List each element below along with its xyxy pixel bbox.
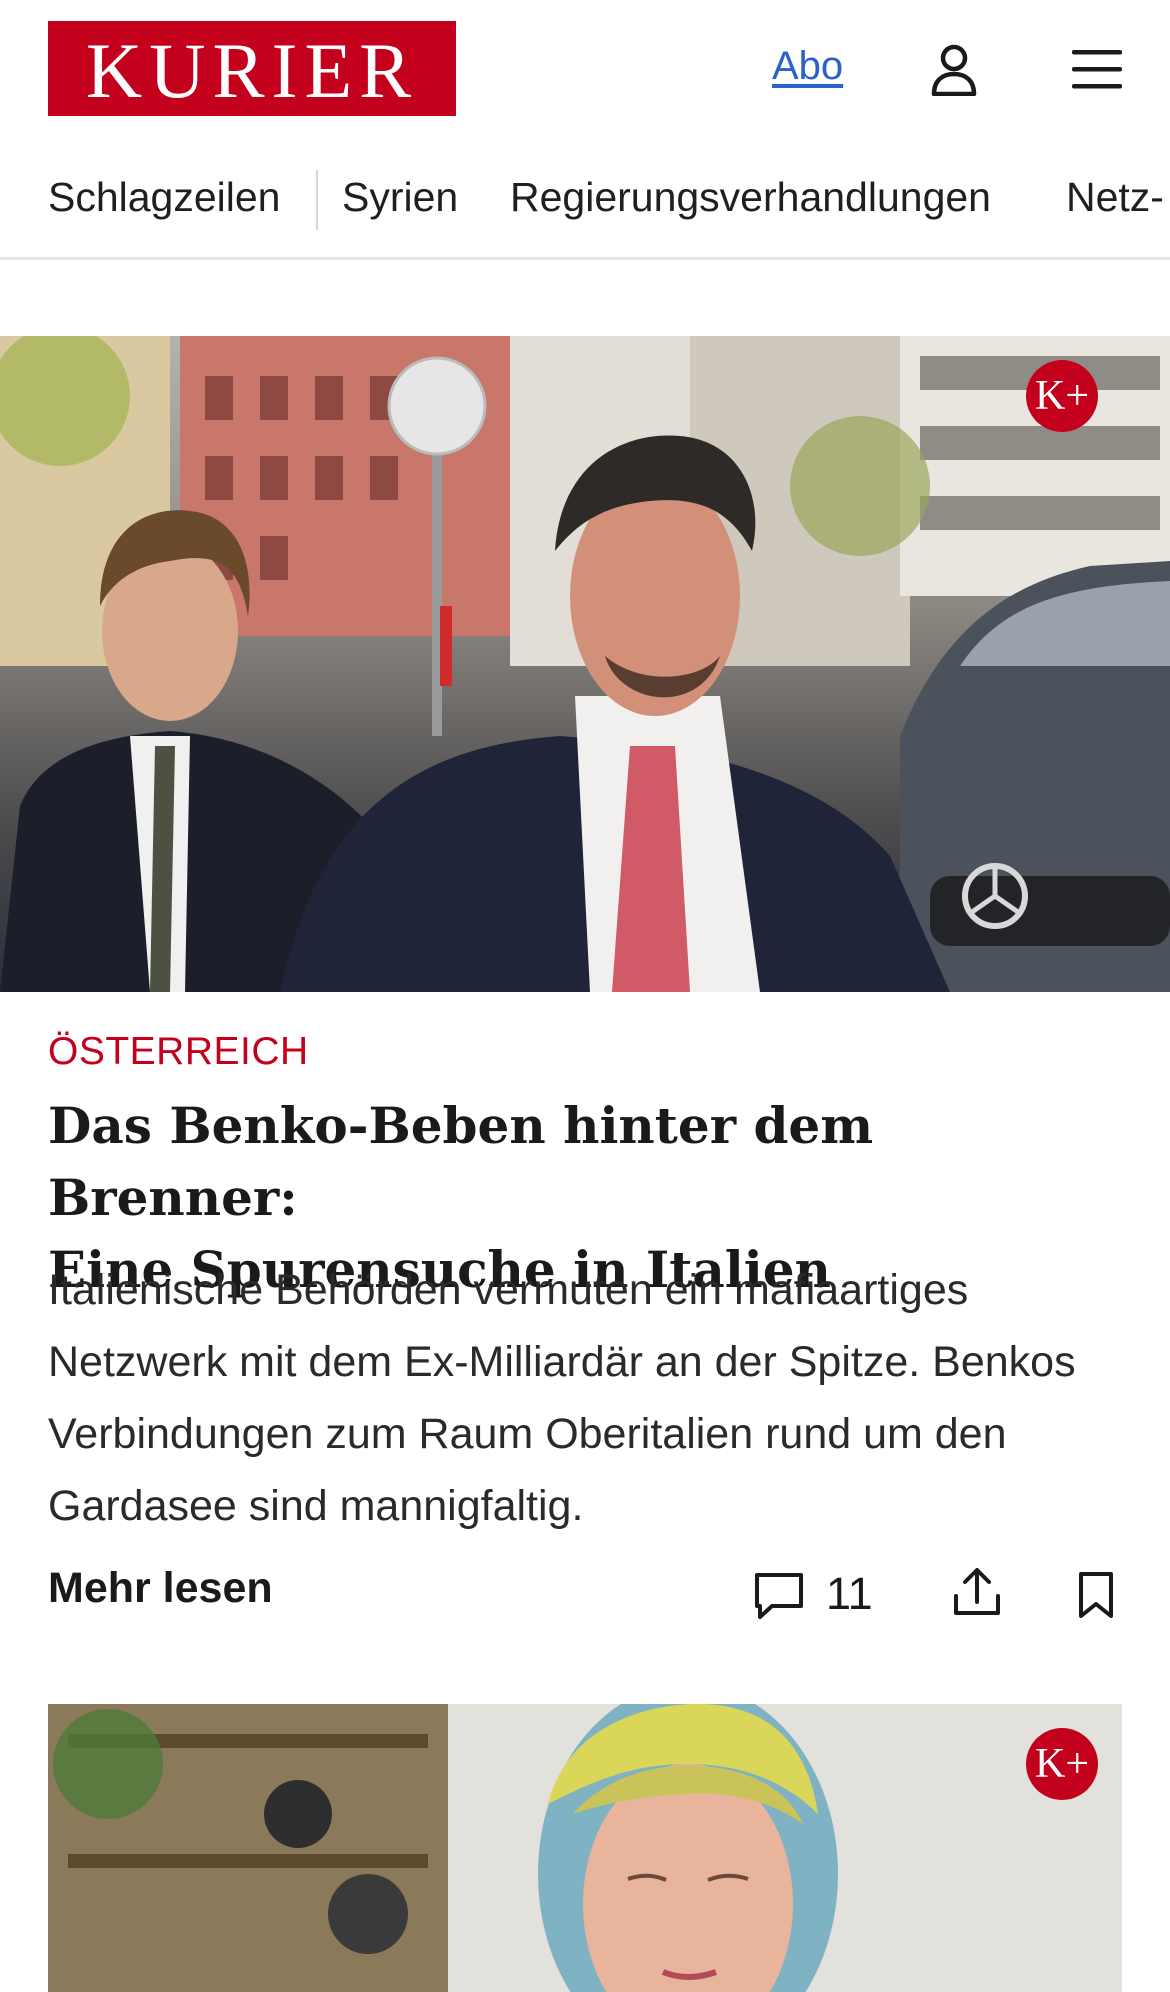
read-more-link[interactable]: Mehr lesen [48,1564,273,1613]
kurier-logo[interactable]: KURIER [48,21,456,116]
kplus-premium-badge-2: K+ [1026,1728,1098,1800]
hamburger-menu-icon[interactable] [1072,47,1122,91]
second-photo [48,1704,1122,1992]
hero-photo [0,336,1170,992]
headline-line-1: Das Benko-Beben hinter dem Brenner: [48,1096,874,1227]
abo-link[interactable]: Abo [772,44,843,89]
logo-text: KURIER [85,26,419,114]
kplus-label-2: K+ [1034,1741,1090,1787]
nav-item-schlagzeilen[interactable]: Schlagzeilen [48,174,281,221]
article-kicker[interactable]: ÖSTERREICH [48,1030,309,1074]
topic-nav: Schlagzeilen Syrien Regierungsverhandlun… [0,168,1170,260]
article-hero-image[interactable]: K+ [0,336,1170,992]
kplus-label: K+ [1034,373,1090,419]
kplus-premium-badge: K+ [1026,360,1098,432]
site-header: KURIER Abo [0,0,1170,140]
article-teaser: Italienische Behörden vermuten ein mafia… [48,1266,1076,1530]
second-article-image[interactable]: K+ [48,1704,1122,1992]
share-icon[interactable] [952,1566,1002,1618]
user-icon[interactable] [930,44,978,96]
comment-count[interactable]: 11 [826,1568,873,1620]
comment-icon[interactable] [752,1570,806,1622]
nav-divider [316,170,318,230]
nav-item-syrien[interactable]: Syrien [342,174,458,221]
nav-item-regierungsverhandlungen[interactable]: Regierungsverhandlungen [510,174,991,221]
bookmark-icon[interactable] [1076,1570,1116,1620]
nav-item-netz[interactable]: Netz- [1066,174,1164,221]
